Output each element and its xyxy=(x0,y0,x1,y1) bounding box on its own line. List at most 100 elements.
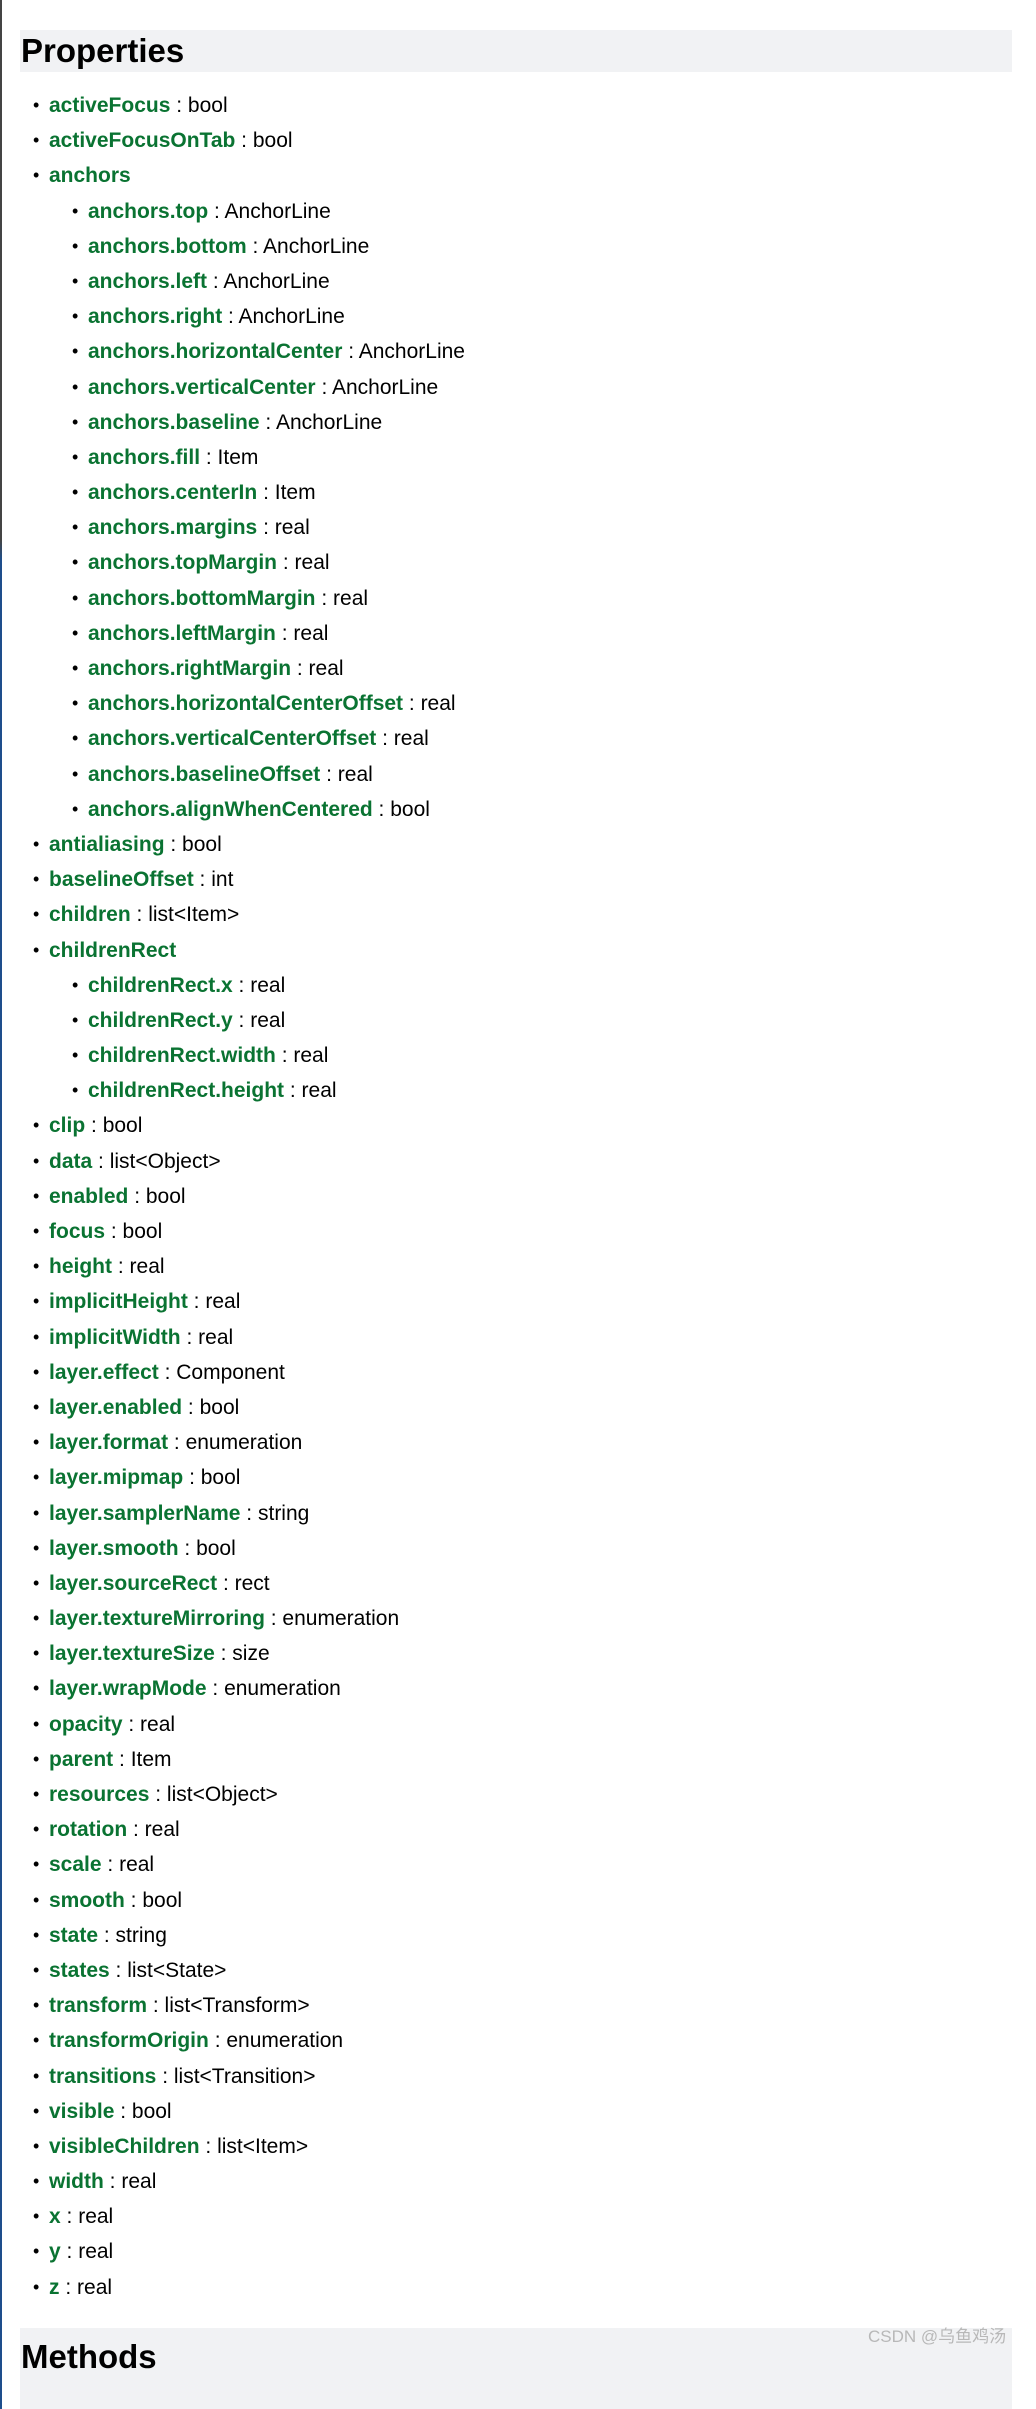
property-link[interactable]: parent xyxy=(49,1748,113,1771)
property-link[interactable]: transitions xyxy=(49,2065,156,2088)
property-link[interactable]: childrenRect.width xyxy=(88,1044,276,1067)
type-separator: : xyxy=(156,2064,174,2088)
property-link[interactable]: layer.format xyxy=(49,1431,168,1454)
bullet-icon: • xyxy=(33,869,40,890)
property-item: • data : list<Object> xyxy=(0,1144,465,1179)
property-item: • height : real xyxy=(0,1249,465,1284)
property-link[interactable]: layer.sourceRect xyxy=(49,1572,217,1595)
property-link[interactable]: anchors.bottom xyxy=(88,235,247,258)
property-type: AnchorLine xyxy=(223,269,330,293)
property-item: • layer.textureMirroring : enumeration xyxy=(0,1601,465,1636)
bullet-icon: • xyxy=(33,1854,40,1875)
property-link[interactable]: anchors.right xyxy=(88,305,222,328)
property-link[interactable]: activeFocus xyxy=(49,94,170,117)
property-link[interactable]: antialiasing xyxy=(49,833,165,856)
property-link[interactable]: state xyxy=(49,1924,98,1947)
property-link[interactable]: anchors.centerIn xyxy=(88,481,257,504)
properties-list: • activeFocus : bool • activeFocusOnTab : b… xyxy=(0,88,465,2305)
property-link[interactable]: enabled xyxy=(49,1185,128,1208)
property-item: • anchors.top : AnchorLine xyxy=(0,194,465,229)
property-link[interactable]: clip xyxy=(49,1114,85,1137)
bullet-icon: • xyxy=(72,552,79,573)
bullet-icon: • xyxy=(33,1256,40,1277)
bullet-icon: • xyxy=(33,1819,40,1840)
property-item: • transformOrigin : enumeration xyxy=(0,2023,465,2058)
property-link[interactable]: visible xyxy=(49,2100,114,2123)
property-link[interactable]: layer.effect xyxy=(49,1361,159,1384)
property-link[interactable]: layer.textureSize xyxy=(49,1642,215,1665)
type-separator: : xyxy=(232,1008,251,1032)
property-link[interactable]: childrenRect.x xyxy=(88,974,233,997)
bullet-icon: • xyxy=(33,1185,40,1206)
property-link[interactable]: layer.smooth xyxy=(49,1537,179,1560)
property-link[interactable]: states xyxy=(49,1959,110,1982)
property-link[interactable]: anchors.margins xyxy=(88,516,257,539)
property-type: real xyxy=(140,1712,176,1736)
property-item: • anchors.centerIn : Item xyxy=(0,475,465,510)
property-link[interactable]: anchors.top xyxy=(88,200,208,223)
property-item: • anchors.left : AnchorLine xyxy=(0,264,465,299)
property-link[interactable]: x xyxy=(49,2205,61,2228)
property-link[interactable]: anchors.baseline xyxy=(88,411,260,434)
property-link[interactable]: anchors.bottomMargin xyxy=(88,587,316,610)
property-link[interactable]: layer.enabled xyxy=(49,1396,182,1419)
property-link[interactable]: y xyxy=(49,2240,61,2263)
property-link[interactable]: anchors.left xyxy=(88,270,207,293)
property-link[interactable]: anchors.alignWhenCentered xyxy=(88,798,373,821)
property-link[interactable]: rotation xyxy=(49,1818,127,1841)
property-link[interactable]: anchors.baselineOffset xyxy=(88,763,320,786)
property-link[interactable]: children xyxy=(49,903,131,926)
property-link[interactable]: visibleChildren xyxy=(49,2135,200,2158)
property-link[interactable]: childrenRect.height xyxy=(88,1079,284,1102)
property-type: bool xyxy=(122,1220,163,1243)
property-link[interactable]: anchors.leftMargin xyxy=(88,622,276,645)
property-link[interactable]: implicitWidth xyxy=(49,1326,181,1349)
property-link[interactable]: resources xyxy=(49,1783,149,1806)
property-link[interactable]: layer.samplerName xyxy=(49,1502,240,1525)
property-link[interactable]: anchors.verticalCenter xyxy=(88,376,316,399)
property-link[interactable]: transform xyxy=(49,1994,147,2017)
property-link[interactable]: opacity xyxy=(49,1713,123,1736)
property-link[interactable]: layer.wrapMode xyxy=(49,1677,207,1700)
property-link[interactable]: focus xyxy=(49,1220,105,1243)
property-link[interactable]: layer.textureMirroring xyxy=(49,1607,265,1630)
property-type: real xyxy=(274,516,310,540)
property-type: enumeration xyxy=(224,1677,341,1701)
property-link[interactable]: implicitHeight xyxy=(49,1290,188,1313)
property-link[interactable]: data xyxy=(49,1150,92,1173)
property-link[interactable]: anchors.horizontalCenterOffset xyxy=(88,692,403,715)
property-item: • layer.enabled : bool xyxy=(0,1390,465,1425)
property-link[interactable]: width xyxy=(49,2170,104,2193)
property-type: real xyxy=(294,551,330,575)
property-item: • anchors.baseline : AnchorLine xyxy=(0,405,465,440)
property-link[interactable]: anchors.topMargin xyxy=(88,551,277,574)
property-type: real xyxy=(250,1008,286,1032)
property-link[interactable]: activeFocusOnTab xyxy=(49,129,235,152)
property-item: • antialiasing : bool xyxy=(0,827,465,862)
property-link[interactable]: baselineOffset xyxy=(49,868,194,891)
bullet-icon: • xyxy=(33,1572,40,1593)
property-link[interactable]: anchors.rightMargin xyxy=(88,657,291,680)
property-type: bool xyxy=(102,1114,143,1138)
bullet-icon: • xyxy=(33,2135,40,2156)
bullet-icon: • xyxy=(33,1608,40,1629)
property-link[interactable]: anchors.horizontalCenter xyxy=(88,340,342,363)
property-link[interactable]: childrenRect.y xyxy=(88,1009,233,1032)
property-link[interactable]: childrenRect xyxy=(49,939,176,962)
property-link[interactable]: smooth xyxy=(49,1889,125,1912)
bullet-icon: • xyxy=(72,270,79,291)
property-link[interactable]: height xyxy=(49,1255,112,1278)
type-separator: : xyxy=(217,1571,235,1595)
property-link[interactable]: anchors xyxy=(49,164,131,187)
property-link[interactable]: layer.mipmap xyxy=(49,1466,183,1489)
property-link[interactable]: scale xyxy=(49,1853,102,1876)
property-link[interactable]: transformOrigin xyxy=(49,2029,209,2052)
property-item: • anchors.baselineOffset : real xyxy=(0,757,465,792)
property-link[interactable]: anchors.verticalCenterOffset xyxy=(88,727,376,750)
type-separator: : xyxy=(275,1044,294,1068)
type-separator: : xyxy=(232,973,251,997)
property-link[interactable]: anchors.fill xyxy=(88,446,200,469)
property-link[interactable]: z xyxy=(49,2276,60,2299)
type-separator: : xyxy=(206,1677,225,1701)
bullet-icon: • xyxy=(72,622,79,643)
